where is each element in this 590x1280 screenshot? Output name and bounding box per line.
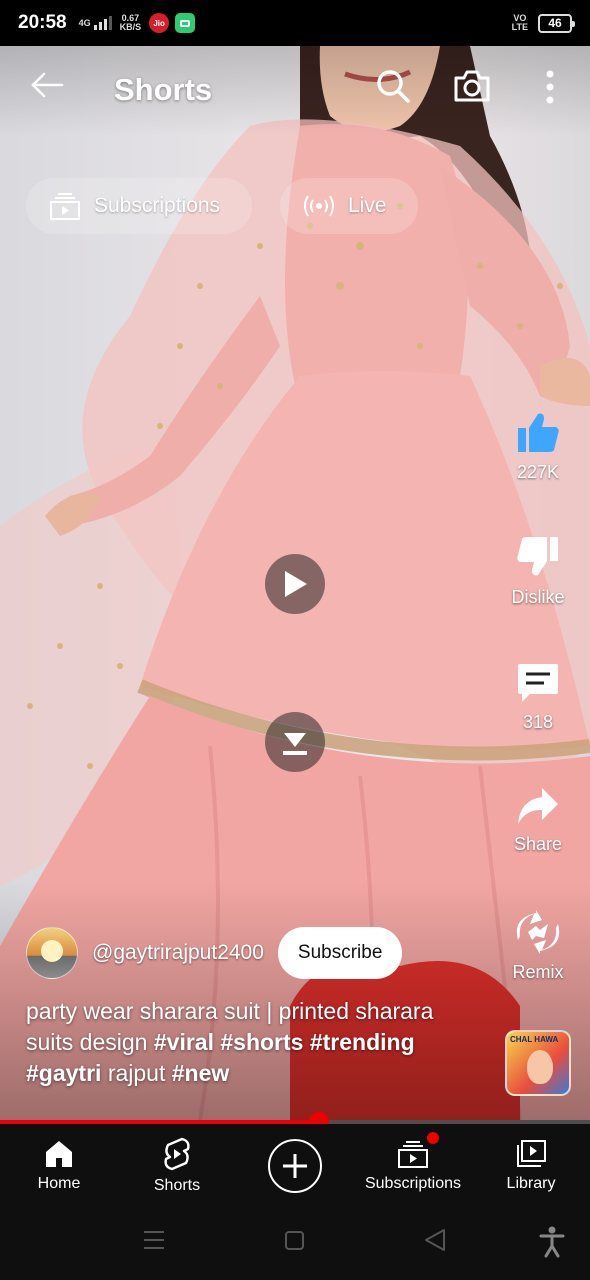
nav-shorts[interactable]: Shorts <box>118 1124 236 1208</box>
volte-indicator: VO LTE <box>511 13 528 32</box>
share-label: Share <box>513 834 563 854</box>
thumb-down-icon <box>517 537 558 576</box>
camera-icon <box>454 70 490 102</box>
channel-handle[interactable]: @gaytrirajput2400 <box>92 941 264 965</box>
plus-icon <box>283 1154 307 1178</box>
share-icon <box>518 788 558 824</box>
dislike-label: Dislike <box>511 587 565 607</box>
comment-icon <box>518 664 558 702</box>
subscriptions-icon <box>398 1141 428 1168</box>
thumb-up-icon <box>518 413 559 452</box>
search-icon <box>377 70 410 103</box>
channel-row: @gaytrirajput2400 Subscribe <box>26 927 403 979</box>
channel-avatar[interactable] <box>26 927 78 979</box>
share-button[interactable]: Share <box>500 786 576 855</box>
camera-button[interactable] <box>453 68 491 104</box>
subscribe-button[interactable]: Subscribe <box>277 927 403 979</box>
caption-text: rajput <box>101 1060 172 1086</box>
back-arrow-icon <box>31 72 64 98</box>
nav-create[interactable] <box>236 1124 354 1208</box>
nav-library[interactable]: Library <box>472 1124 590 1208</box>
home-system-button[interactable] <box>285 1231 304 1250</box>
accessibility-icon[interactable] <box>539 1226 565 1258</box>
shorts-icon <box>164 1137 190 1171</box>
download-button[interactable] <box>265 712 325 772</box>
sound-thumbnail[interactable]: CHAL HAWA <box>505 1030 571 1096</box>
nav-library-label: Library <box>506 1175 556 1192</box>
search-button[interactable] <box>375 68 411 104</box>
subscriptions-chip-label: Subscriptions <box>94 194 221 217</box>
system-navigation-bar <box>0 1208 590 1280</box>
signal-icon <box>93 16 112 30</box>
notification-dot <box>427 1132 440 1144</box>
sound-thumbnail-face <box>527 1050 553 1084</box>
download-icon <box>283 733 307 755</box>
remix-label: Remix <box>512 962 564 982</box>
play-icon <box>285 571 307 597</box>
hashtag[interactable]: #gaytri <box>26 1060 101 1086</box>
back-button[interactable] <box>28 70 66 100</box>
nav-home[interactable]: Home <box>0 1124 118 1208</box>
comment-count: 318 <box>522 712 554 732</box>
nav-subscriptions-label: Subscriptions <box>364 1175 462 1192</box>
bottom-navigation: Home Shorts Subscriptions Library <box>0 1124 590 1208</box>
dislike-button[interactable]: Dislike <box>500 535 576 608</box>
nav-home-label: Home <box>37 1175 81 1192</box>
home-icon <box>46 1141 72 1167</box>
more-options-button[interactable] <box>538 68 562 106</box>
hashtag[interactable]: #trending <box>310 1029 415 1055</box>
video-caption[interactable]: party wear sharara suit | printed sharar… <box>26 996 466 1089</box>
comments-button[interactable]: 318 <box>500 660 576 733</box>
carrier-badge: Jio <box>149 13 170 33</box>
more-vert-icon <box>546 70 554 104</box>
shorts-header: Shorts <box>0 46 590 132</box>
status-bar: 20:58 4G 0.67 KB/S Jio VO LTE 46 <box>0 0 590 46</box>
create-button[interactable] <box>268 1139 322 1193</box>
library-icon <box>517 1140 546 1167</box>
message-icon <box>175 13 196 33</box>
subscriptions-chip[interactable]: Subscriptions <box>26 178 252 234</box>
live-chip[interactable]: Live <box>280 178 418 234</box>
hashtag[interactable]: #new <box>172 1060 230 1086</box>
network-type: 4G <box>78 17 91 28</box>
sound-thumbnail-text: CHAL HAWA <box>510 1035 559 1044</box>
remix-icon <box>516 910 560 954</box>
hashtag[interactable]: #shorts <box>220 1029 303 1055</box>
remix-button[interactable]: Remix <box>500 910 576 983</box>
status-time: 20:58 <box>18 12 67 33</box>
subscriptions-icon <box>50 193 80 220</box>
nav-shorts-label: Shorts <box>153 1177 201 1194</box>
network-speed: 0.67 KB/S <box>119 13 142 32</box>
back-system-button[interactable] <box>425 1229 445 1251</box>
nav-subscriptions[interactable]: Subscriptions <box>354 1124 472 1208</box>
like-count: 227K <box>516 462 560 482</box>
page-title: Shorts <box>114 72 213 107</box>
hashtag[interactable]: #viral <box>154 1029 214 1055</box>
recent-apps-button[interactable] <box>144 1231 164 1249</box>
live-chip-label: Live <box>348 194 387 217</box>
battery-indicator: 46 <box>538 13 575 33</box>
like-button[interactable]: 227K <box>500 410 576 483</box>
live-icon <box>304 195 334 217</box>
play-button[interactable] <box>265 554 325 614</box>
